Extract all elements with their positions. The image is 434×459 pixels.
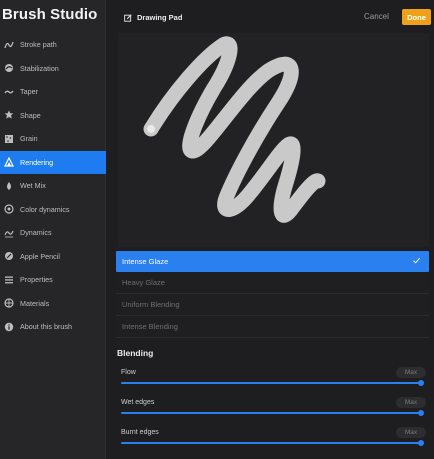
burnt-edges-slider-track[interactable]: [121, 442, 421, 444]
checkmark-icon: [412, 256, 421, 265]
wet-edges-slider-knob[interactable]: [418, 409, 424, 416]
burnt-edges-slider-knob[interactable]: [418, 439, 424, 446]
sidebar-item-color-dynamics[interactable]: Color dynamics: [0, 198, 106, 222]
info-icon: [4, 322, 14, 332]
flow-value[interactable]: Max: [396, 367, 426, 378]
materials-icon: [4, 298, 14, 308]
sidebar-item-label: Shape: [20, 110, 41, 120]
sidebar-item-grain[interactable]: Grain: [0, 127, 106, 151]
rendering-mode-list: Intense Glaze Heavy Glaze Uniform Blendi…: [116, 251, 429, 338]
sidebar-item-apple-pencil[interactable]: Apple Pencil: [0, 245, 106, 269]
wet-edges-slider-row: Wet edges Max: [118, 397, 428, 421]
top-bar: Drawing Pad Cancel Done: [106, 0, 434, 34]
sidebar-item-label: Stroke path: [20, 40, 57, 50]
sidebar-item-about[interactable]: About this brush: [0, 315, 106, 339]
brush-stroke-preview: [143, 36, 326, 223]
option-label: Intense Blending: [122, 322, 178, 331]
apple-pencil-icon: [4, 251, 14, 261]
color-dynamics-icon: [4, 204, 14, 214]
cancel-button[interactable]: Cancel: [364, 12, 389, 21]
sidebar-item-label: Apple Pencil: [20, 251, 60, 261]
sidebar-item-label: Stabilization: [20, 63, 59, 73]
edit-icon: [124, 13, 132, 22]
rendering-option-intense-glaze[interactable]: Intense Glaze: [116, 251, 429, 272]
shape-icon: [4, 110, 14, 120]
flow-slider-row: Flow Max: [118, 367, 428, 391]
wet-edges-slider-track[interactable]: [121, 412, 421, 414]
sidebar-item-label: Dynamics: [20, 228, 52, 238]
sidebar-item-label: About this brush: [20, 322, 72, 332]
app-title: Brush Studio: [2, 6, 98, 23]
wet-mix-icon: [4, 181, 14, 191]
rendering-option-intense-blending[interactable]: Intense Blending: [116, 316, 429, 338]
taper-icon: [4, 87, 14, 97]
burnt-edges-value[interactable]: Max: [396, 427, 426, 438]
sidebar-item-dynamics[interactable]: Dynamics: [0, 221, 106, 245]
properties-icon: [4, 275, 14, 285]
rendering-option-heavy-glaze[interactable]: Heavy Glaze: [116, 272, 429, 294]
sidebar-item-materials[interactable]: Materials: [0, 292, 106, 316]
sidebar-item-label: Taper: [20, 87, 38, 97]
blending-section-title: Blending: [117, 348, 154, 358]
drawing-pad-button[interactable]: Drawing Pad: [124, 13, 182, 22]
sidebar-item-label: Properties: [20, 275, 53, 285]
option-label: Heavy Glaze: [122, 278, 165, 287]
grain-icon: [4, 134, 14, 144]
sidebar-item-label: Rendering: [20, 157, 54, 167]
rendering-icon: [4, 157, 14, 167]
done-button[interactable]: Done: [402, 9, 431, 25]
sidebar-item-wet-mix[interactable]: Wet Mix: [0, 174, 106, 198]
flow-label: Flow: [121, 369, 136, 376]
sidebar-item-label: Wet Mix: [20, 181, 46, 191]
burnt-edges-slider-row: Burnt edges Max: [118, 427, 428, 451]
wet-edges-value[interactable]: Max: [396, 397, 426, 408]
sidebar-item-shape[interactable]: Shape: [0, 104, 106, 128]
flow-slider-knob[interactable]: [418, 379, 424, 386]
sidebar-item-taper[interactable]: Taper: [0, 80, 106, 104]
sidebar-item-rendering[interactable]: Rendering: [0, 150, 106, 174]
drawing-pad-canvas[interactable]: [118, 33, 429, 247]
sidebar-item-label: Grain: [20, 134, 38, 144]
sidebar-item-stabilization[interactable]: Stabilization: [0, 57, 106, 81]
burnt-edges-label: Burnt edges: [121, 429, 159, 436]
stabilization-icon: [4, 63, 14, 73]
sidebar-item-properties[interactable]: Properties: [0, 268, 106, 292]
sidebar: Brush Studio Stroke path Stabilization T…: [0, 0, 106, 459]
rendering-option-uniform-blending[interactable]: Uniform Blending: [116, 294, 429, 316]
stroke-path-icon: [4, 40, 14, 50]
wet-edges-label: Wet edges: [121, 399, 155, 406]
option-label: Uniform Blending: [122, 300, 180, 309]
sidebar-item-label: Color dynamics: [20, 204, 70, 214]
option-label: Intense Glaze: [122, 257, 169, 266]
drawing-pad-label: Drawing Pad: [137, 13, 183, 22]
sidebar-nav: Stroke path Stabilization Taper Shape Gr: [0, 33, 106, 339]
sidebar-item-stroke-path[interactable]: Stroke path: [0, 33, 106, 57]
dynamics-icon: [4, 228, 14, 238]
sidebar-item-label: Materials: [20, 298, 50, 308]
flow-slider-track[interactable]: [121, 382, 421, 384]
